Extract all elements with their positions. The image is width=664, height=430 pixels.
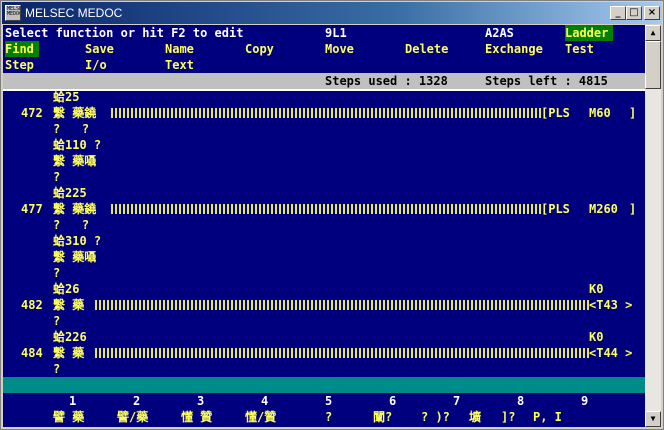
step-number[interactable]: 482 xyxy=(21,297,43,313)
cpu-type: A2AS xyxy=(485,26,514,40)
step-number[interactable]: 472 xyxy=(21,105,43,121)
edit-line xyxy=(3,377,645,393)
timer-constant[interactable]: K0 xyxy=(589,329,603,345)
device-label: 蛤25 xyxy=(53,90,80,104)
fkey-label-1[interactable]: 譬 藥 xyxy=(53,409,84,425)
title-bar[interactable]: MELSEC MEDOC MELSEC MEDOC _ □ × xyxy=(2,2,662,24)
menu-delete[interactable]: Delete xyxy=(405,41,448,57)
coil-bracket: ] xyxy=(629,202,637,216)
timer-constant[interactable]: K0 xyxy=(589,281,603,297)
rung-annotation: ? xyxy=(53,170,61,184)
coil-instruction[interactable]: [PLS xyxy=(541,105,570,121)
menu-copy[interactable]: Copy xyxy=(245,41,274,57)
fkey-number: 6 xyxy=(389,394,397,408)
rung-annotation: ? xyxy=(53,362,61,376)
fkey-label-5[interactable]: ? xyxy=(325,409,332,425)
menu-step[interactable]: Step xyxy=(5,57,34,73)
scroll-thumb[interactable] xyxy=(645,41,661,89)
fkey-label-10[interactable]: P, I xyxy=(533,409,562,425)
fkey-label-6[interactable]: 闡? xyxy=(373,409,392,425)
menu-io[interactable]: I/o xyxy=(85,57,107,73)
coil-device[interactable]: M60 xyxy=(589,105,611,121)
scroll-up-button[interactable]: ▲ xyxy=(645,25,661,41)
fkey-label-4[interactable]: 懂/贊 xyxy=(245,409,276,425)
device-label: 蛤225 xyxy=(53,186,87,200)
steps-used: Steps used : 1328 xyxy=(325,74,448,88)
contact-symbol[interactable]: 繫 藥鐃 xyxy=(53,105,96,121)
fkey-number: 3 xyxy=(197,394,205,408)
menu-name[interactable]: Name xyxy=(165,41,194,57)
app-window: MELSEC MEDOC MELSEC MEDOC _ □ × Select f… xyxy=(0,0,664,430)
contact-symbol[interactable]: 繫 藥 xyxy=(53,345,84,361)
menu-save[interactable]: Save xyxy=(85,41,114,57)
terminal-screen[interactable]: Select function or hit F2 to edit 9L1 A2… xyxy=(3,25,645,427)
fkey-number: 5 xyxy=(325,394,333,408)
timer-coil[interactable]: <T44 > xyxy=(589,345,632,361)
contact-symbol[interactable]: 繫 藥鐃 xyxy=(53,201,96,217)
status-bar: Steps used : 1328 Steps left : 4815 xyxy=(3,73,645,89)
scroll-down-button[interactable]: ▼ xyxy=(645,411,661,427)
fkey-label-9[interactable]: ]? xyxy=(501,409,515,425)
rung-line xyxy=(95,348,589,358)
device-label: 蛤226 xyxy=(53,330,87,344)
contact-symbol[interactable]: 繫 藥 xyxy=(53,297,84,313)
menu-move[interactable]: Move xyxy=(325,41,354,57)
divider xyxy=(3,89,645,91)
step-number[interactable]: 477 xyxy=(21,201,43,217)
mode-indicator: Ladder xyxy=(565,25,613,41)
contact-symbol[interactable]: 繫 藥囁 xyxy=(53,249,96,265)
fkey-label-3[interactable]: 懂 贊 xyxy=(181,409,212,425)
fkey-label-2[interactable]: 譬/藥 xyxy=(117,409,148,425)
function-prompt: Select function or hit F2 to edit xyxy=(5,26,244,40)
fkey-number: 2 xyxy=(133,394,141,408)
steps-left: Steps left : 4815 xyxy=(485,74,608,88)
contact-symbol[interactable]: 繫 藥囁 xyxy=(53,153,96,169)
close-button[interactable]: × xyxy=(644,6,660,20)
rung-annotation: ? xyxy=(53,266,61,280)
fkey-label-8[interactable]: 壙 xyxy=(469,409,481,425)
device-label: 蛤110 ? xyxy=(53,138,102,152)
rung-line xyxy=(111,204,541,214)
device-label: 蛤310 ? xyxy=(53,234,102,248)
vertical-scrollbar[interactable]: ▲ ▼ xyxy=(645,25,661,427)
minimize-button[interactable]: _ xyxy=(610,6,626,20)
fkey-number: 9 xyxy=(581,394,589,408)
fkey-label-7[interactable]: ? )? xyxy=(421,409,450,425)
menu-text[interactable]: Text xyxy=(165,57,194,73)
coil-device[interactable]: M260 xyxy=(589,201,618,217)
window-title: MELSEC MEDOC xyxy=(25,6,123,20)
rung-annotation: ? ? xyxy=(53,218,90,232)
device-label: 蛤26 xyxy=(53,282,80,296)
fkey-number: 4 xyxy=(261,394,269,408)
fkey-number: 1 xyxy=(69,394,77,408)
timer-coil[interactable]: <T43 > xyxy=(589,297,632,313)
step-number[interactable]: 484 xyxy=(21,345,43,361)
coil-instruction[interactable]: [PLS xyxy=(541,201,570,217)
fkey-number: 8 xyxy=(517,394,525,408)
rung-annotation: ? xyxy=(53,314,61,328)
menu-find[interactable]: Find xyxy=(5,41,39,57)
rung-annotation: ? ? xyxy=(53,122,90,136)
coil-bracket: ] xyxy=(629,106,637,120)
program-name: 9L1 xyxy=(325,26,347,40)
rung-line xyxy=(111,108,541,118)
fkey-number: 7 xyxy=(453,394,461,408)
menu-exchange[interactable]: Exchange xyxy=(485,41,543,57)
menu-test[interactable]: Test xyxy=(565,41,594,57)
app-icon[interactable]: MELSEC MEDOC xyxy=(5,5,21,21)
maximize-button[interactable]: □ xyxy=(626,6,642,20)
rung-line xyxy=(95,300,589,310)
